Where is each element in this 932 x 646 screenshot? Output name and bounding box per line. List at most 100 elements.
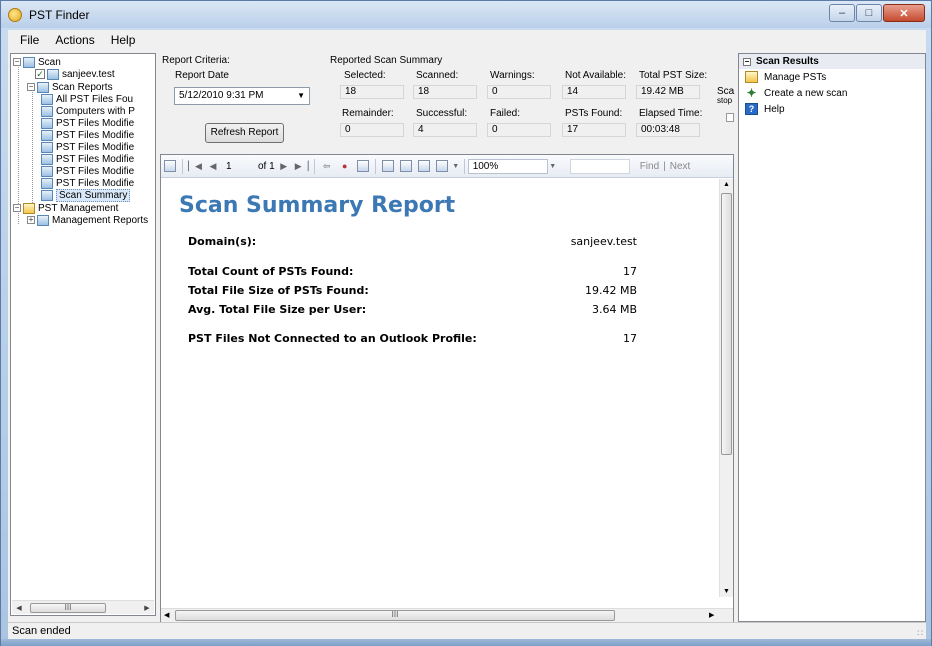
refresh-icon[interactable] — [356, 160, 369, 172]
menu-actions[interactable]: Actions — [47, 33, 102, 47]
menu-help[interactable]: Help — [103, 33, 144, 47]
checkbox-icon[interactable]: ✓ — [35, 69, 45, 79]
previous-page-icon[interactable]: ◀ — [206, 159, 220, 173]
total-size-label: Total PST Size: — [639, 70, 708, 81]
tree-node-report-5[interactable]: PST Files Modifie — [41, 141, 134, 153]
scroll-thumb[interactable] — [721, 193, 732, 455]
report-title: Scan Summary Report — [179, 193, 456, 218]
envelope-icon — [745, 71, 758, 83]
print-layout-icon[interactable] — [399, 160, 412, 172]
collapse-toggle[interactable]: − — [27, 83, 35, 91]
scroll-up-icon[interactable]: ▲ — [723, 181, 730, 188]
refresh-report-button[interactable]: Refresh Report — [205, 123, 284, 143]
tree-node-scan-summary[interactable]: Scan Summary — [41, 188, 131, 202]
back-icon[interactable]: ⇦ — [320, 159, 334, 173]
scroll-track[interactable]: III — [26, 602, 140, 614]
scan-results-header[interactable]: − Scan Results — [739, 54, 925, 69]
scroll-down-icon[interactable]: ▼ — [723, 588, 730, 595]
scroll-right-icon[interactable]: ▶ — [709, 611, 714, 619]
row-avg-size-label: Avg. Total File Size per User: — [188, 303, 367, 316]
status-bar: Scan ended ∷ — [8, 622, 926, 639]
toolbar-separator — [182, 158, 183, 174]
zoom-dropdown[interactable]: 100% — [467, 158, 548, 174]
tree-node-report-7[interactable]: PST Files Modifie — [41, 165, 134, 177]
psts-found-label: PSTs Found: — [565, 108, 623, 119]
tree-horizontal-scrollbar[interactable]: ◀ III ▶ — [12, 600, 154, 614]
chevron-down-icon[interactable]: ▼ — [297, 88, 305, 104]
scanned-value: 18 — [413, 85, 477, 99]
first-page-icon[interactable]: ▏◀ — [188, 159, 202, 173]
tree-node-domain[interactable]: ✓ sanjeev.test — [35, 68, 115, 80]
page-number-input[interactable]: 1 — [222, 161, 258, 172]
tree-node-scan[interactable]: − Scan — [13, 56, 61, 68]
warnings-value: 0 — [487, 85, 551, 99]
collapse-toggle[interactable]: − — [13, 204, 21, 212]
task-create-scan[interactable]: ✦ Create a new scan — [739, 85, 925, 101]
export-dropdown-icon[interactable]: ▼ — [452, 159, 459, 173]
expand-toggle[interactable]: + — [27, 216, 35, 224]
tree-node-report-8[interactable]: PST Files Modifie — [41, 177, 134, 189]
scroll-thumb[interactable]: III — [30, 602, 106, 613]
tree-node-label: sanjeev.test — [62, 68, 115, 80]
export-icon[interactable] — [435, 160, 448, 172]
successful-label: Successful: — [416, 108, 468, 119]
page-setup-icon[interactable] — [417, 160, 430, 172]
tree-guide-line — [32, 87, 33, 205]
print-icon[interactable] — [381, 160, 394, 172]
report-icon — [41, 141, 53, 153]
row-not-connected-label: PST Files Not Connected to an Outlook Pr… — [188, 332, 477, 345]
report-icon — [41, 189, 53, 201]
application-window: PST Finder – □ ✕ File Actions Help − Sca… — [0, 0, 932, 646]
next-link[interactable]: Next — [670, 161, 691, 172]
find-input[interactable] — [569, 158, 630, 174]
tree-node-report-4[interactable]: PST Files Modifie — [41, 129, 134, 141]
window-bottom-border — [1, 639, 931, 646]
zoom-chevron-down-icon[interactable]: ▼ — [546, 159, 560, 173]
elapsed-value: 00:03:48 — [636, 123, 700, 137]
scan-summary-label: Reported Scan Summary — [330, 55, 443, 66]
report-date-dropdown[interactable]: 5/12/2010 9:31 PM ▼ — [174, 87, 310, 105]
successful-value: 4 — [413, 123, 477, 137]
scroll-left-icon[interactable]: ◀ — [12, 604, 26, 612]
tree-node-management-reports[interactable]: + Management Reports — [27, 214, 148, 226]
scroll-right-icon[interactable]: ▶ — [140, 604, 154, 612]
page-count: of 1 — [258, 160, 275, 172]
tree-node-scan-reports[interactable]: − Scan Reports — [27, 81, 113, 93]
app-magnifier-icon — [8, 8, 22, 22]
report-vertical-scrollbar[interactable]: ▲ ▼ — [719, 179, 733, 597]
report-pane: Report Criteria: Report Date 5/12/2010 9… — [160, 53, 734, 625]
tree-node-pst-management[interactable]: − PST Management — [13, 202, 118, 214]
maximize-button[interactable]: □ — [856, 4, 882, 22]
tree-node-report-1[interactable]: All PST Files Fou — [41, 93, 133, 105]
find-link[interactable]: Find — [640, 161, 659, 172]
scroll-left-icon[interactable]: ◀ — [164, 611, 169, 619]
scroll-thumb[interactable]: III — [175, 610, 615, 621]
tree-node-report-3[interactable]: PST Files Modifie — [41, 117, 134, 129]
report-horizontal-scrollbar[interactable]: ◀ III ▶ — [161, 608, 733, 622]
title-bar[interactable]: PST Finder – □ ✕ — [1, 1, 931, 28]
warnings-label: Warnings: — [490, 70, 535, 81]
menu-file[interactable]: File — [12, 33, 47, 47]
close-button[interactable]: ✕ — [883, 4, 925, 22]
navigation-tree[interactable]: − Scan ✓ sanjeev.test − Scan Reports All… — [10, 53, 156, 616]
last-page-icon[interactable]: ▶▕ — [295, 159, 309, 173]
client-area: − Scan ✓ sanjeev.test − Scan Reports All… — [8, 49, 926, 639]
tree-guide-line — [18, 62, 19, 224]
report-icon — [41, 93, 53, 105]
stop-icon[interactable]: ● — [338, 159, 352, 173]
minimize-button[interactable]: – — [829, 4, 855, 22]
document-map-icon[interactable] — [164, 160, 176, 172]
selected-label: Selected: — [344, 70, 386, 81]
scan-stopped-checkbox[interactable] — [726, 113, 734, 122]
task-label: Create a new scan — [764, 87, 848, 99]
report-criteria-label: Report Criteria: — [162, 55, 230, 66]
tree-node-report-2[interactable]: Computers with P — [41, 105, 135, 117]
collapse-toggle[interactable]: − — [743, 57, 751, 66]
next-page-icon[interactable]: ▶ — [277, 159, 291, 173]
collapse-toggle[interactable]: − — [13, 58, 21, 66]
task-manage-psts[interactable]: Manage PSTs — [739, 69, 925, 85]
tree-node-report-6[interactable]: PST Files Modifie — [41, 153, 134, 165]
status-text: Scan ended — [12, 625, 71, 637]
task-help[interactable]: ? Help — [739, 101, 925, 117]
help-icon: ? — [745, 103, 758, 115]
